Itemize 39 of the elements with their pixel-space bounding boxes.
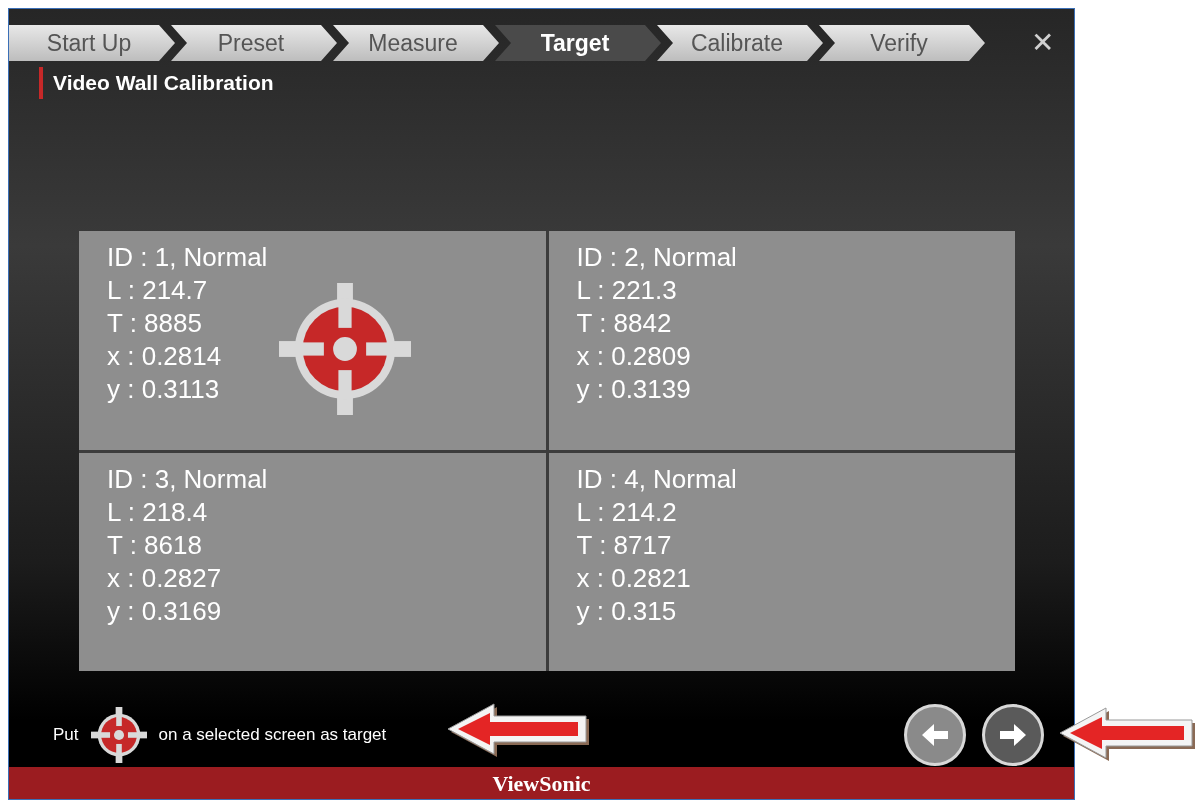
measurement-text: T : 8842 <box>576 307 673 340</box>
right-arrow-icon <box>1000 724 1026 747</box>
measurement-text: x : 0.2809 <box>576 340 692 373</box>
screen-tile[interactable]: ID : 3, Normal L : 218.4 T : 8618 x : 0.2827 y : 0.3169 <box>79 452 546 672</box>
measurement-text: y : 0.315 <box>576 594 678 628</box>
hint-text: on a selected screen as target <box>158 724 387 747</box>
step-tab[interactable]: Start Up <box>9 25 175 61</box>
measurement-text: T : 8717 <box>576 528 673 562</box>
measurement-text: L : 214.7 <box>107 274 209 307</box>
measurement-text: L : 221.3 <box>576 274 678 307</box>
step-tab[interactable]: Verify <box>819 25 985 61</box>
target-icon <box>90 707 147 764</box>
measurement-text: ID : 4, Normal <box>576 462 737 496</box>
measurement-text: x : 0.2821 <box>576 561 692 595</box>
step-tab[interactable]: Target <box>495 25 661 61</box>
measurement-text: ID : 2, Normal <box>576 241 737 274</box>
step-tab[interactable]: Measure <box>333 25 499 61</box>
step-tab[interactable]: Preset <box>171 25 337 61</box>
measurement-text: x : 0.2827 <box>107 561 223 595</box>
page-title: Video Wall Calibration <box>53 70 274 97</box>
measurement-text: y : 0.3169 <box>107 594 223 628</box>
measurement-text: ID : 3, Normal <box>107 462 268 496</box>
screen-tile[interactable]: ID : 4, Normal L : 214.2 T : 8717 x : 0.2821 y : 0.315 <box>548 452 1015 672</box>
measurement-text: T : 8618 <box>107 528 203 562</box>
measurement-text: L : 214.2 <box>576 495 678 529</box>
screen-tile[interactable]: ID : 2, Normal L : 221.3 T : 8842 x : 0.2809 y : 0.3139 <box>548 231 1015 450</box>
measurement-text: ID : 1, Normal <box>107 241 268 274</box>
brand-logo: ViewSonic <box>492 769 591 798</box>
measurement-text: x : 0.2814 <box>107 340 223 373</box>
measurement-text: T : 8885 <box>107 307 203 340</box>
target-icon <box>279 283 412 415</box>
measurement-text: L : 218.4 <box>107 495 209 529</box>
screen-tile[interactable]: ID : 1, Normal L : 214.7 T : 8885 x : 0.2814 y : 0.3113 <box>79 231 546 450</box>
left-arrow-icon <box>922 724 948 747</box>
measurement-text: y : 0.3113 <box>107 373 221 406</box>
close-button[interactable]: ✕ <box>1031 22 1054 64</box>
hint-text: Put <box>53 724 79 747</box>
step-tab[interactable]: Calibrate <box>657 25 823 61</box>
measurement-text: y : 0.3139 <box>576 373 692 406</box>
